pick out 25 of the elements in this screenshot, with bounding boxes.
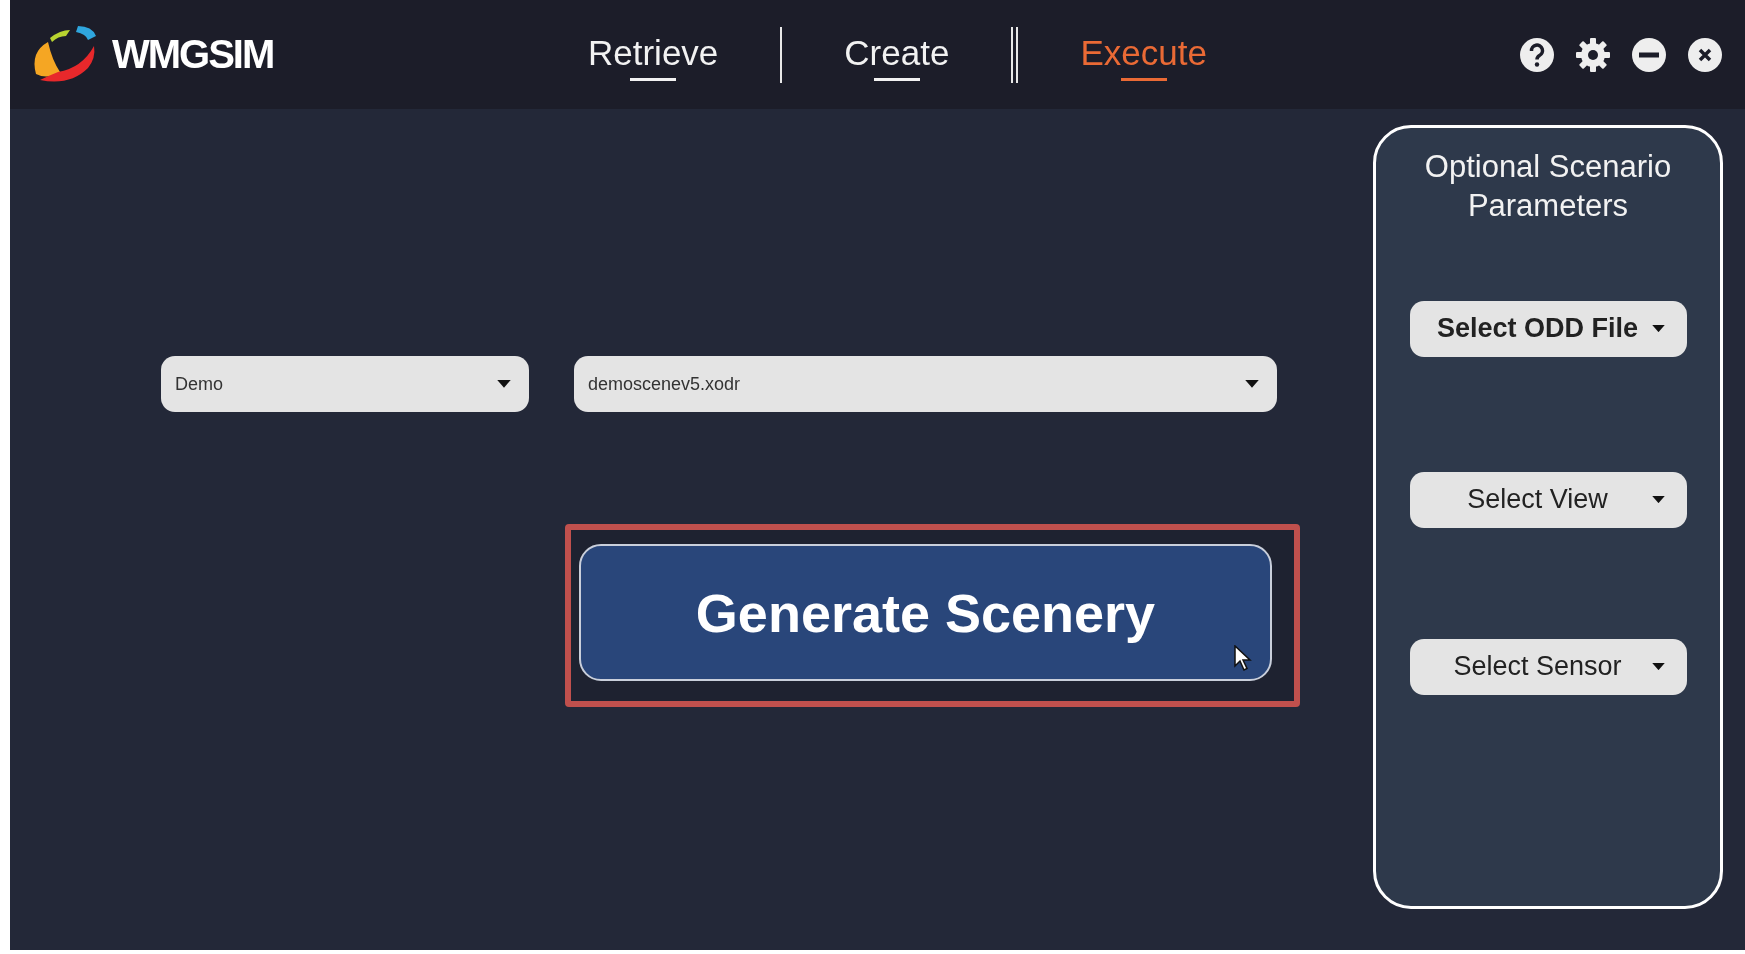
nav-tab[interactable]: Execute — [1018, 26, 1269, 83]
app-name: WMGSIM — [112, 32, 274, 77]
nav-tab[interactable]: Retrieve — [526, 26, 781, 83]
dropdown-button[interactable]: Select View — [1409, 471, 1687, 528]
dropdown-value: Demo — [175, 373, 223, 395]
nav-tab[interactable]: Create — [782, 26, 1012, 83]
panel-title: Optional Scenario Parameters — [1423, 148, 1673, 225]
dropdown-button[interactable]: Select Sensor — [1409, 638, 1687, 695]
pointer-icon — [1234, 645, 1252, 671]
dropdown-value: demoscenev5.xodr — [588, 373, 741, 395]
tab-divider — [1011, 26, 1019, 83]
dropdown-field[interactable]: demoscenev5.xodr — [574, 356, 1277, 412]
tab-divider — [780, 26, 783, 83]
caret-icon — [1245, 380, 1259, 388]
caret-icon — [1651, 495, 1665, 504]
help-icon[interactable] — [1519, 36, 1555, 73]
minimize-icon[interactable] — [1631, 36, 1667, 73]
settings-icon[interactable] — [1575, 36, 1611, 73]
generate-scenery-button[interactable]: Generate Scenery — [579, 544, 1272, 681]
caret-icon — [497, 380, 511, 388]
close-icon[interactable] — [1687, 36, 1723, 73]
dropdown-button[interactable]: Select ODD File — [1409, 300, 1687, 357]
dropdown-field[interactable]: Demo — [161, 356, 529, 412]
caret-icon — [1651, 324, 1665, 333]
caret-icon — [1651, 662, 1665, 671]
